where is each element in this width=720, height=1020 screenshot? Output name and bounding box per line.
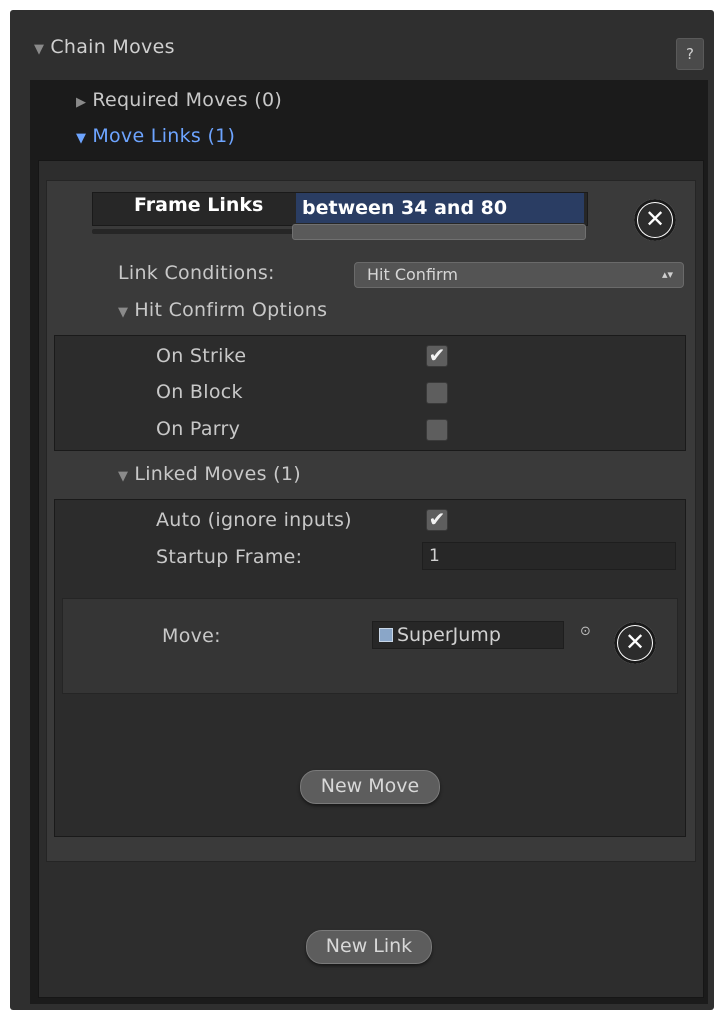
on-strike-label: On Strike <box>156 345 247 367</box>
startup-frame-label: Startup Frame: <box>156 546 303 568</box>
move-object-field[interactable]: SuperJump <box>372 621 564 649</box>
triangle-down-icon: ▼ <box>34 42 45 57</box>
auto-ignore-inputs-label: Auto (ignore inputs) <box>156 509 352 531</box>
help-button[interactable]: ? <box>676 38 704 70</box>
hit-confirm-options-box <box>54 335 686 451</box>
move-label: Move: <box>162 625 221 647</box>
on-block-label: On Block <box>156 381 243 403</box>
remove-link-button[interactable]: ✕ <box>634 199 676 241</box>
frame-range-slider-handle[interactable] <box>292 224 586 240</box>
triangle-down-icon: ▼ <box>76 131 87 146</box>
close-icon: ✕ <box>618 626 652 660</box>
new-link-button[interactable]: New Link <box>306 930 432 964</box>
on-parry-label: On Parry <box>156 418 241 440</box>
link-conditions-label: Link Conditions: <box>118 262 275 284</box>
triangle-down-icon: ▼ <box>118 305 129 320</box>
remove-move-button[interactable]: ✕ <box>614 622 656 664</box>
dropdown-arrows-icon: ▴▾ <box>661 268 673 281</box>
link-conditions-dropdown[interactable]: Hit Confirm ▴▾ <box>354 262 684 288</box>
on-block-checkbox[interactable] <box>426 382 448 404</box>
linked-moves-title: Linked Moves (1) <box>134 463 301 485</box>
required-moves-foldout[interactable]: ▶ Required Moves (0) <box>76 89 282 111</box>
on-parry-checkbox[interactable] <box>426 419 448 441</box>
on-strike-checkbox[interactable]: ✔ <box>426 345 448 367</box>
linked-move-item <box>62 598 678 694</box>
auto-ignore-inputs-checkbox[interactable]: ✔ <box>426 509 448 531</box>
check-icon: ✔ <box>428 343 446 367</box>
hit-confirm-foldout[interactable]: ▼ Hit Confirm Options <box>118 299 327 321</box>
asset-icon <box>379 628 393 642</box>
object-picker-icon[interactable]: ⊙ <box>580 624 591 639</box>
chain-moves-header[interactable]: ▼ Chain Moves <box>34 36 175 58</box>
frame-links-range-text: between 34 and 80 <box>296 193 584 223</box>
close-icon: ✕ <box>638 203 672 237</box>
required-moves-label: Required Moves (0) <box>92 89 283 111</box>
triangle-down-icon: ▼ <box>118 469 129 484</box>
link-conditions-value: Hit Confirm <box>367 265 458 284</box>
hit-confirm-title: Hit Confirm Options <box>134 299 328 321</box>
triangle-right-icon: ▶ <box>76 95 87 110</box>
new-move-button[interactable]: New Move <box>300 770 440 804</box>
startup-frame-field[interactable]: 1 <box>422 542 676 570</box>
move-value: SuperJump <box>397 624 501 646</box>
move-links-label: Move Links (1) <box>92 125 236 147</box>
linked-moves-foldout[interactable]: ▼ Linked Moves (1) <box>118 463 301 485</box>
chain-moves-title: Chain Moves <box>50 36 175 58</box>
move-links-foldout[interactable]: ▼ Move Links (1) <box>76 125 235 147</box>
frame-links-label: Frame Links <box>134 194 264 216</box>
check-icon: ✔ <box>428 507 446 531</box>
